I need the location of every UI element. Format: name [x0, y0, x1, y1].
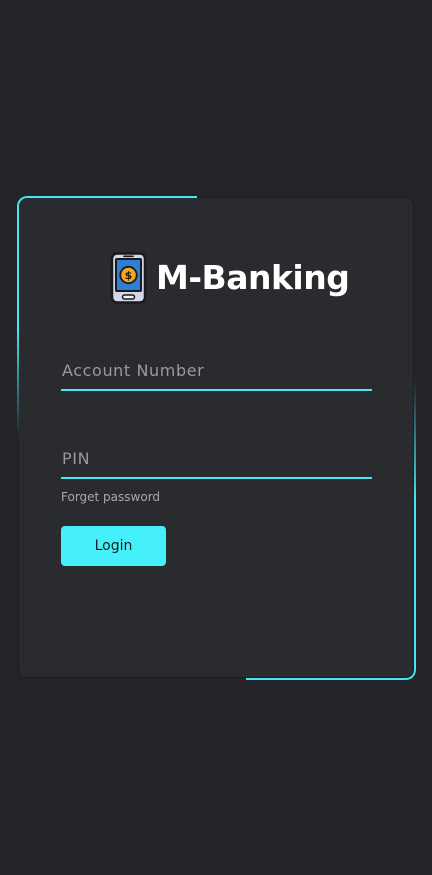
pin-input[interactable]	[61, 439, 372, 477]
account-number-input[interactable]	[61, 351, 372, 389]
forgot-password-link[interactable]: Forget password	[61, 489, 160, 505]
account-number-field	[61, 351, 372, 391]
brand: $ M-Banking	[110, 252, 350, 304]
app-title: M-Banking	[156, 258, 350, 297]
mobile-dollar-icon: $	[110, 252, 147, 304]
pin-field	[61, 439, 372, 479]
svg-text:$: $	[125, 269, 133, 282]
login-button[interactable]: Login	[61, 526, 166, 566]
